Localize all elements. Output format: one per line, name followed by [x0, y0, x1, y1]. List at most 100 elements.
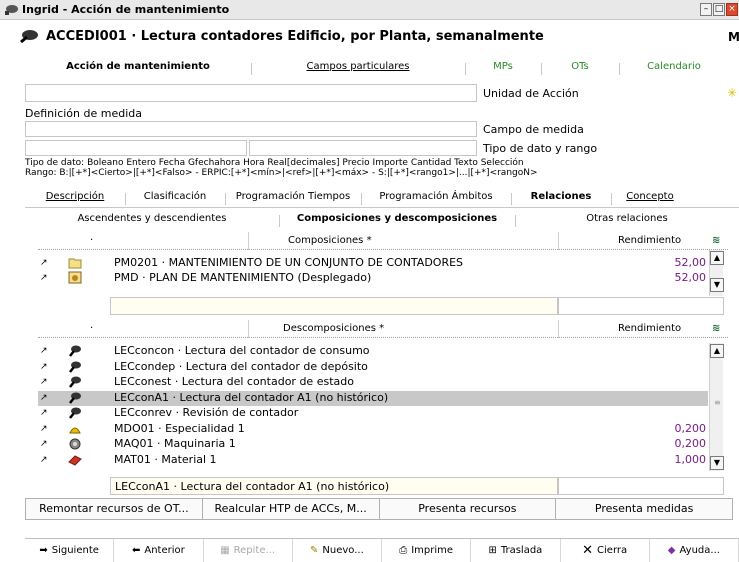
row-arrow-icon: ↗: [40, 377, 48, 387]
window-title: Ingrid - Acción de mantenimiento: [22, 3, 230, 16]
action-icon: [69, 345, 81, 357]
row-value: 0,200: [674, 421, 707, 435]
repite-button[interactable]: ▦ Repite...: [204, 539, 293, 562]
subtab-ascendentes[interactable]: Ascendentes y descendientes: [25, 213, 279, 224]
sun-icon: ✳: [727, 86, 738, 100]
col-dot: ·: [90, 235, 94, 246]
expand-icon[interactable]: ≋: [712, 235, 720, 246]
composiciones-scrollbar[interactable]: ▲ ▼: [709, 250, 724, 296]
imprime-button[interactable]: ⎙ Imprime: [382, 539, 472, 562]
col-composiciones[interactable]: Composiciones *: [288, 235, 372, 246]
unidad-label: Unidad de Acción: [483, 87, 579, 100]
printer-icon: ⎙: [399, 545, 408, 556]
tab-relaciones[interactable]: Relaciones: [511, 191, 611, 205]
row-arrow-icon: ↗: [40, 258, 48, 268]
list-item[interactable]: ↗ PM0201 · MANTENIMIENTO DE UN CONJUNTO …: [38, 256, 708, 271]
table-row[interactable]: ↗ LECconrev · Revisión de contador: [38, 406, 708, 421]
traslada-button[interactable]: ⊞ Traslada: [471, 539, 561, 562]
table-row[interactable]: ↗ LECconcon · Lectura del contador de con…: [38, 344, 708, 359]
tab-accion-mantenimiento[interactable]: Acción de mantenimiento: [25, 61, 251, 72]
scroll-down-button[interactable]: ▼: [710, 456, 724, 470]
action-icon: [20, 30, 38, 44]
close-window-button[interactable]: ×: [726, 3, 738, 16]
table-row[interactable]: ↗ MDO01 · Especialidad 1 0,200: [38, 422, 708, 437]
tipo-dato-help: Tipo de dato: Boleano Entero Fecha Gfech…: [25, 158, 524, 168]
row-text: LECconcon · Lectura del contador de cons…: [114, 344, 370, 357]
col-rendimiento[interactable]: Rendimiento: [618, 235, 681, 246]
folder-icon: [68, 258, 82, 269]
subtab-composiciones[interactable]: Composiciones y descomposiciones: [279, 213, 515, 227]
brick-icon: [68, 454, 82, 466]
tab-programacion-ambitos[interactable]: Programación Ámbitos: [361, 191, 511, 205]
definicion-field-2[interactable]: [25, 140, 247, 156]
scroll-down-button[interactable]: ▼: [710, 278, 724, 292]
row-arrow-icon: ↗: [40, 408, 48, 418]
presenta-recursos-button[interactable]: Presenta recursos: [378, 498, 556, 520]
tab-campos-particulares[interactable]: Campos particulares: [251, 61, 465, 75]
tab-calendario[interactable]: Calendario: [619, 61, 729, 75]
scroll-up-button[interactable]: ▲: [710, 251, 724, 265]
composiciones-footer-field: [110, 297, 558, 315]
action-icon: [69, 392, 81, 404]
definicion-field[interactable]: [25, 121, 477, 137]
minimize-button[interactable]: –: [700, 3, 712, 16]
plan-icon: [68, 271, 82, 284]
maximize-button[interactable]: □: [713, 3, 725, 16]
sub-tabs: Ascendentes y descendientes Composicione…: [25, 213, 739, 227]
descomposiciones-scrollbar[interactable]: ▲ ≡ ▼: [709, 343, 724, 471]
row-arrow-icon: ↗: [40, 392, 48, 403]
app-icon: [5, 5, 18, 15]
row-arrow-icon: ↗: [40, 346, 48, 356]
row-text: MDO01 · Especialidad 1: [114, 421, 245, 435]
tab-clasificacion[interactable]: Clasificación: [125, 191, 225, 205]
table-row[interactable]: ↗ MAT01 · Material 1 1,000: [38, 453, 708, 468]
table-row[interactable]: ↗ LECconest · Lectura del contador de est…: [38, 375, 708, 390]
machine-icon: [69, 438, 81, 450]
table-row[interactable]: ↗ LECconA1 · Lectura del contador A1 (no …: [38, 390, 708, 406]
descomposiciones-footer-value: [558, 477, 724, 495]
remontar-recursos-button[interactable]: Remontar recursos de OT...: [25, 498, 202, 520]
nuevo-button[interactable]: ✎ Nuevo...: [293, 539, 382, 562]
expand-icon[interactable]: ≋: [712, 323, 720, 334]
row-text: MAT01 · Material 1: [114, 452, 217, 466]
tab-descripcion[interactable]: Descripción: [25, 191, 125, 202]
row-arrow-icon: ↗: [40, 454, 48, 465]
row-text: LECcondep · Lectura del contador de depó…: [114, 359, 368, 373]
row-text: LECconA1 · Lectura del contador A1 (no h…: [114, 390, 389, 404]
page-title: ACCEDI001 · Lectura contadores Edificio,…: [46, 29, 544, 44]
realcular-htp-button[interactable]: Realcular HTP de ACCs, M...: [201, 498, 379, 520]
tab-concepto[interactable]: Concepto: [611, 191, 689, 205]
cierra-button[interactable]: ✕ Cierra: [561, 539, 650, 562]
row-arrow-icon: ↗: [40, 361, 48, 372]
action-icon: [69, 407, 81, 419]
tab-programacion-tiempos[interactable]: Programación Tiempos: [225, 191, 361, 205]
ayuda-button[interactable]: ◆ Ayuda...: [650, 539, 739, 562]
row-arrow-icon: ↗: [40, 439, 48, 449]
tab-mps[interactable]: MPs: [465, 61, 541, 75]
right-arrow-icon: ➡: [39, 545, 48, 556]
col-rendimiento[interactable]: Rendimiento: [618, 323, 681, 334]
list-item[interactable]: ↗ PMD · PLAN DE MANTENIMIENTO (Desplegad…: [38, 271, 708, 286]
binoculars-icon[interactable]: M: [728, 30, 739, 44]
table-row[interactable]: ↗ MAQ01 · Maquinaria 1 0,200: [38, 437, 708, 452]
scroll-up-button[interactable]: ▲: [710, 344, 724, 358]
scroll-thumb[interactable]: ≡: [714, 398, 721, 407]
composiciones-header: · Composiciones * Rendimiento ≋: [38, 232, 728, 250]
unidad-field[interactable]: [25, 84, 477, 102]
tab-ots[interactable]: OTs: [541, 61, 619, 75]
subtab-otras-relaciones[interactable]: Otras relaciones: [515, 213, 739, 227]
presenta-medidas-button[interactable]: Presenta medidas: [555, 498, 733, 520]
definicion-field-3[interactable]: [249, 140, 477, 156]
row-arrow-icon: ↗: [40, 423, 48, 434]
anterior-button[interactable]: ⬅ Anterior: [114, 539, 204, 562]
table-row[interactable]: ↗ LECcondep · Lectura del contador de dep…: [38, 360, 708, 375]
col-descomposiciones[interactable]: Descomposiciones *: [283, 323, 384, 334]
row-text: LECconrev · Revisión de contador: [114, 406, 299, 419]
row-value: 1,000: [674, 452, 707, 466]
help-icon: ◆: [667, 545, 676, 556]
row-text: LECconest · Lectura del contador de esta…: [114, 375, 354, 388]
descomposiciones-header: · Descomposiciones * Rendimiento ≋: [38, 320, 728, 338]
footer-toolbar: ➡ Siguiente ⬅ Anterior ▦ Repite... ✎ Nuevo..…: [25, 538, 739, 562]
move-icon: ⊞: [488, 545, 497, 556]
siguiente-button[interactable]: ➡ Siguiente: [25, 539, 115, 562]
